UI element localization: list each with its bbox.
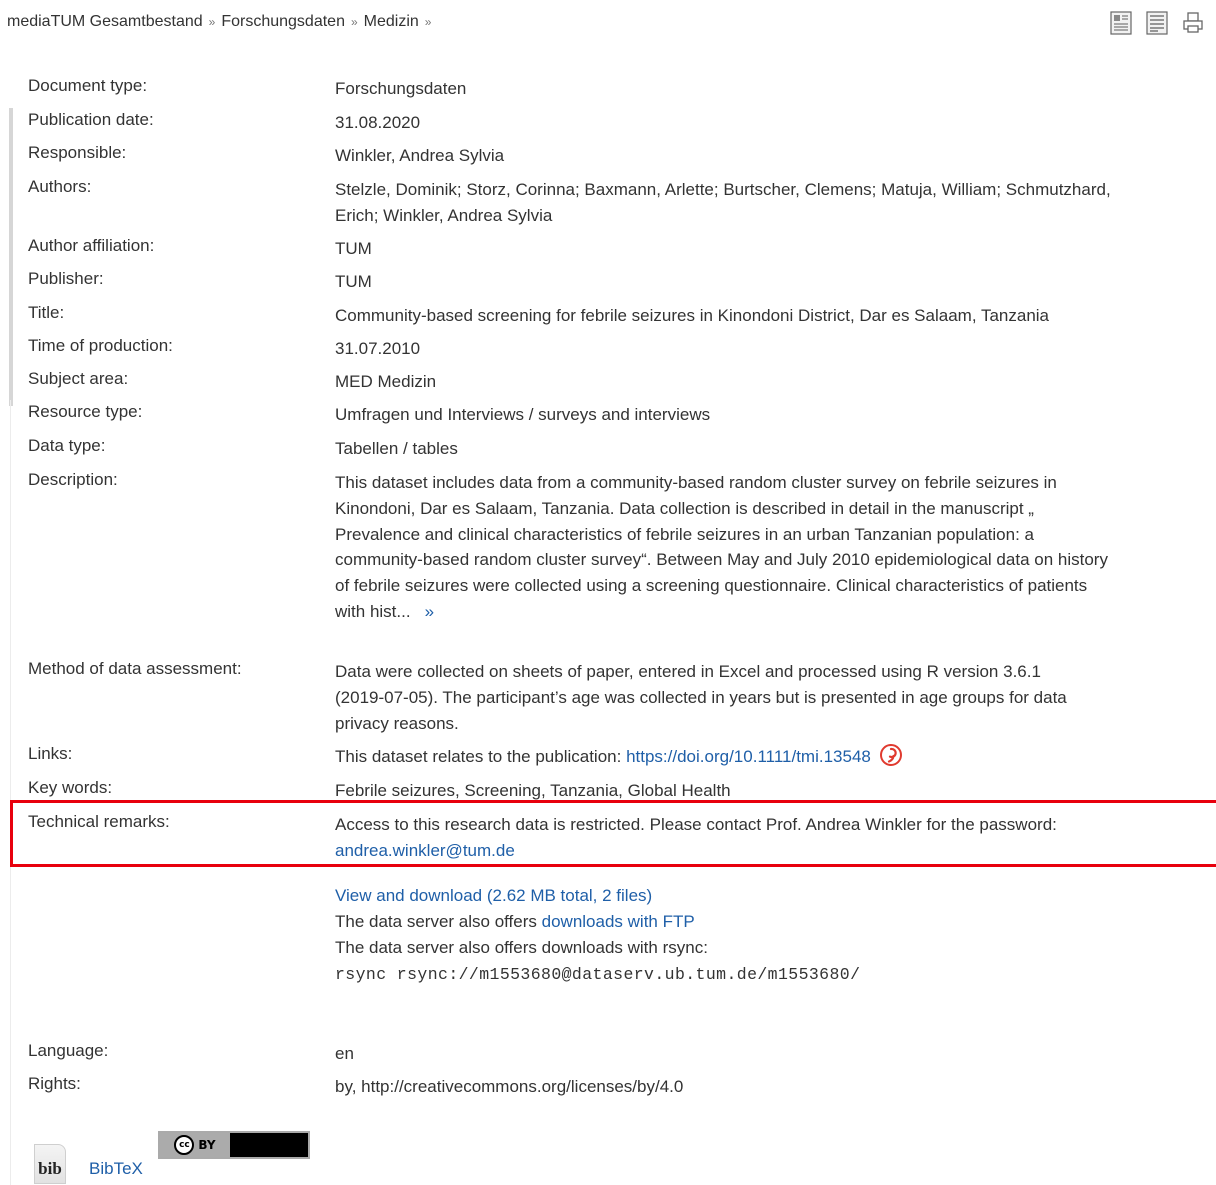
breadcrumb-item-gesamtbestand[interactable]: mediaTUM Gesamtbestand [7,13,203,30]
breadcrumb-separator: » [424,15,432,29]
breadcrumb: mediaTUM Gesamtbestand » Forschungsdaten » M… [7,13,437,31]
description-truncated-text: with hist... [335,601,411,621]
breadcrumb-separator: » [350,15,358,29]
field-value: TUM [335,239,372,258]
description-line: of febrile seizures were collected using… [335,576,1088,596]
field-value: Community-based screening for febrile se… [335,306,1050,325]
links-prefix: This dataset relates to the publication: [335,747,622,766]
field-label: Publication date: [28,110,154,129]
field-label: Author affiliation: [28,236,155,255]
field-label: Key words: [28,778,113,797]
breadcrumb-separator: » [208,15,216,29]
field-label: Rights: [28,1074,81,1093]
field-value: Umfragen und Interviews / surveys and in… [335,405,711,424]
field-value: Stelzle, Dominik; Storz, Corinna; Baxman… [335,177,1207,229]
method-line: Data were collected on sheets of paper, … [335,662,1041,681]
field-label: Publisher: [28,269,104,288]
ftp-prefix: The data server also offers [335,911,537,931]
bibtex-file-icon[interactable]: bib [34,1144,66,1184]
left-scrollbar[interactable] [9,108,13,406]
field-value: Access to this research data is restrict… [335,812,1207,864]
bib-icon-text: bib [38,1159,62,1178]
cc-logo: cc BY [160,1133,230,1157]
doi-link[interactable]: https://doi.org/10.1111/tmi.13548 [626,747,871,766]
field-value: Tabellen / tables [335,439,458,458]
cc-icon: cc [174,1135,195,1155]
field-label: Document type: [28,76,148,95]
ftp-download-link[interactable]: downloads with FTP [542,912,695,931]
field-value: en [335,1044,354,1063]
authors-line: Stelzle, Dominik; Storz, Corinna; Baxman… [335,180,1111,199]
list-view-icon[interactable] [1146,11,1168,35]
description-text: This dataset includes data from a commun… [335,470,1207,625]
field-label: Authors: [28,177,92,196]
email-link[interactable]: andrea.winkler@tum.de [335,841,515,860]
print-icon[interactable] [1182,11,1204,35]
field-label: Time of production: [28,336,173,355]
field-value: TUM [335,272,372,291]
field-label: Description: [28,470,118,489]
authors-line: Erich; Winkler, Andrea Sylvia [335,205,553,225]
field-label: Title: [28,303,65,322]
description-line: This dataset includes data from a commun… [335,473,1057,492]
technical-remarks-text: Access to this research data is restrict… [335,815,1057,834]
method-line: (2019-07-05). The participant’s age was … [335,687,1067,707]
field-value: Winkler, Andrea Sylvia [335,146,505,165]
description-line: community-based random cluster survey“. … [335,550,1108,570]
description-line: Prevalence and clinical characteristics … [335,524,1034,544]
field-label: Subject area: [28,369,129,388]
field-label: Method of data assessment: [28,659,242,678]
field-value: by, http://creativecommons.org/licenses/… [335,1077,684,1096]
field-label: Language: [28,1041,109,1060]
field-value: Forschungsdaten [335,79,467,98]
method-text: Data were collected on sheets of paper, … [335,659,1207,736]
view-download-link[interactable]: View and download (2.62 MB total, 2 file… [335,886,652,905]
doi-icon[interactable] [879,744,902,766]
field-label: Responsible: [28,143,127,162]
description-more-link[interactable]: » [425,602,434,621]
field-value: MED Medizin [335,372,437,391]
description-line-last: with hist... » [335,599,1207,625]
description-line: Kinondoni, Dar es Salaam, Tanzania. Data… [335,498,1034,518]
method-line: privacy reasons. [335,713,459,733]
cc-by-license-badge[interactable]: cc BY [158,1131,310,1159]
field-label: Resource type: [28,402,143,421]
breadcrumb-item-medizin[interactable]: Medizin [364,13,419,30]
field-label: Technical remarks: [28,812,170,831]
rsync-command: rsync rsync://m1553680@dataserv.ub.tum.d… [335,965,861,985]
left-divider [10,400,11,1185]
rsync-text: The data server also offers downloads wi… [335,937,708,957]
field-value: This dataset relates to the publication:… [335,744,1207,770]
breadcrumb-item-forschungsdaten[interactable]: Forschungsdaten [221,13,345,30]
detail-view-icon[interactable] [1110,11,1132,35]
cc-by-text: BY [198,1138,216,1152]
view-toolbar [1110,11,1204,35]
bibtex-link[interactable]: BibTeX [89,1159,143,1179]
field-label: Data type: [28,436,106,455]
field-value: 31.08.2020 [335,113,421,132]
field-value: 31.07.2010 [335,339,421,358]
downloads-block: View and download (2.62 MB total, 2 file… [335,883,1207,988]
field-label: Links: [28,744,73,763]
